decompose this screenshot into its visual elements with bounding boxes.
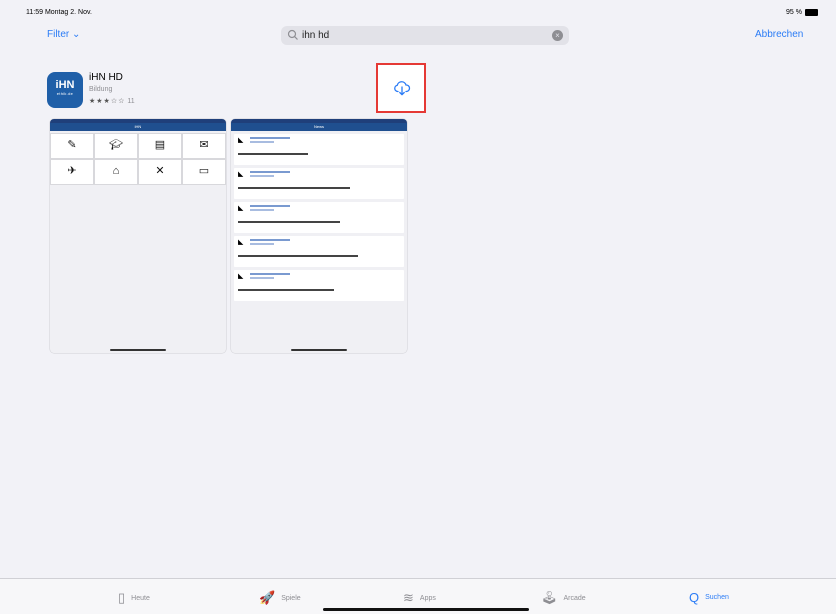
chevron-down-icon: ⌄ [72,29,81,40]
cancel-button[interactable]: Abbrechen [755,29,803,40]
news-logo-icon: ◣ [238,273,244,280]
grid-tools-icon: ✕ [138,159,182,185]
grid-mail-icon: ✉ [182,133,226,159]
home-indicator[interactable] [323,608,529,611]
app-name[interactable]: iHN HD [89,72,123,83]
app-icon-text: iHN [55,79,75,91]
clear-search-icon[interactable]: × [552,30,563,41]
app-icon[interactable]: iHN ethik.de [47,72,83,108]
news-logo-icon: ◣ [238,171,244,178]
download-button[interactable] [376,63,426,113]
app-icon-subtext: ethik.de [56,91,74,96]
tab-label: Heute [131,594,150,602]
search-icon [287,29,298,40]
grid-graduation-icon: 🎓︎ [94,133,138,159]
grid-pin-icon: ✈ [50,159,94,185]
news-logo-icon: ◣ [238,205,244,212]
news-card: ◣ [234,202,404,233]
filter-button[interactable]: Filter ⌄ [47,29,80,40]
app-rating: ★★★☆☆ 11 [89,97,135,105]
search-field[interactable]: ihn hd × [281,26,569,45]
screenshot-home-indicator [110,349,166,351]
arcade-joystick-icon: 🕹 [541,590,558,605]
status-time: 11:59 Montag 2. Nov. [26,9,92,16]
news-card: ◣ [234,134,404,165]
grid-news-icon: ▤ [138,133,182,159]
rating-stars: ★★★☆☆ [89,98,126,105]
search-icon: Q [689,590,700,605]
screenshot-nav-title: iHN [50,123,226,131]
search-result-app[interactable]: iHN ethik.de iHN HD Bildung ★★★☆☆ 11 [47,63,427,113]
battery-icon [805,9,818,16]
news-logo-icon: ◣ [238,239,244,246]
today-icon: ▯ [118,590,126,605]
app-screenshot-1[interactable]: iHN ✎ 🎓︎ ▤ ✉ ✈ ⌂ ✕ ▭ [50,119,226,353]
tab-label: Suchen [705,594,729,601]
grid-tool-icon: ✎ [50,133,94,159]
apps-stack-icon: ≋ [403,590,414,605]
screenshot-home-indicator [291,349,347,351]
tab-apps[interactable]: ≋ Apps [403,590,436,606]
battery-status: 95 % [786,9,818,16]
search-header: Filter ⌄ ihn hd × Abbrechen [0,20,836,52]
grid-contact-icon: ▭ [182,159,226,185]
tab-arcade[interactable]: 🕹 Arcade [541,590,586,606]
app-screenshot-2[interactable]: News ◣ ◣ ◣ ◣ ◣ [231,119,407,353]
grid-building-icon: ⌂ [94,159,138,185]
battery-percent: 95 % [786,9,802,16]
news-card: ◣ [234,236,404,267]
tab-label: Spiele [281,594,301,602]
screenshot-nav-title: News [231,123,407,131]
tab-spiele[interactable]: 🚀 Spiele [259,590,301,606]
news-card: ◣ [234,270,404,301]
games-rocket-icon: 🚀 [259,590,276,605]
filter-label: Filter [47,29,70,40]
search-input[interactable]: ihn hd [302,30,329,41]
status-bar: 11:59 Montag 2. Nov. 95 % [0,0,836,20]
news-card: ◣ [234,168,404,199]
news-logo-icon: ◣ [238,137,244,144]
tab-label: Apps [419,594,436,602]
tab-heute[interactable]: ▯ Heute [118,590,150,606]
screenshot-menu-grid: ✎ 🎓︎ ▤ ✉ ✈ ⌂ ✕ ▭ [50,133,226,185]
cloud-download-icon [394,81,411,96]
rating-count: 11 [127,98,135,105]
tab-suchen[interactable]: Q Suchen [689,590,729,605]
tab-label: Arcade [563,594,586,602]
app-category: Bildung [89,86,113,93]
